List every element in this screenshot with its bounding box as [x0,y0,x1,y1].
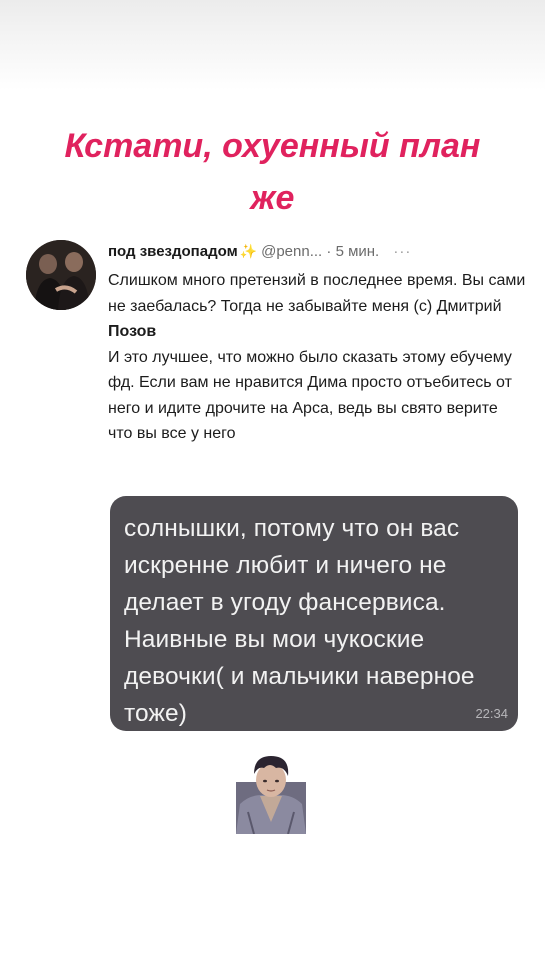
tweet-header: под звездопадом ✨ @penn... · 5 мин. ··· [108,238,526,264]
more-options-icon[interactable]: ··· [393,243,411,260]
tweet-text-bold: Позов [108,323,157,340]
tweet-time: 5 мин. [335,243,380,260]
tweet-text: Слишком много претензий в последнее врем… [108,268,526,447]
message-text: солнышки, потому что он вас искренне люб… [124,515,475,727]
tweet-body: под звездопадом ✨ @penn... · 5 мин. ··· Сл… [108,238,526,447]
author-name[interactable]: под звездопадом [108,243,238,260]
avatar-photo [26,240,96,310]
message-time: 22:34 [475,706,508,721]
tweet-text-part-1: Слишком много претензий в последнее врем… [108,272,526,315]
message-bubble[interactable]: солнышки, потому что он вас искренне люб… [110,496,518,731]
headline-line-2: же [250,179,295,217]
top-fade [0,0,545,90]
author-handle[interactable]: @penn... [261,243,322,260]
sparkle-icon: ✨ [239,243,258,259]
sticker-illustration [236,756,306,834]
headline-line-1: Кстати, охуенный план [64,127,481,165]
header-separator: · [326,243,332,260]
tweet-text-part-2: И это лучшее, что можно было сказать это… [108,348,512,443]
avatar[interactable] [26,240,96,310]
story-headline: Кстати, охуенный план же [0,120,545,224]
